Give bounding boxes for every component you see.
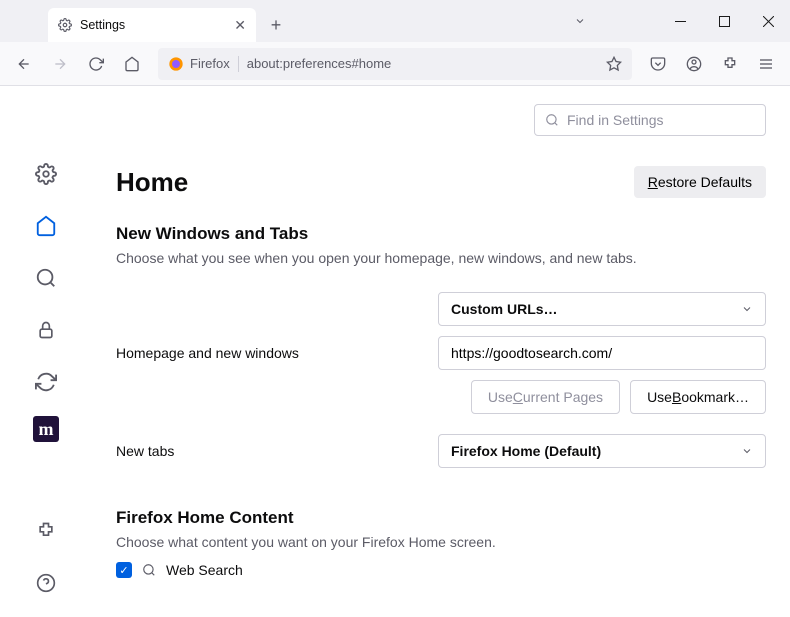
account-icon[interactable] (678, 48, 710, 80)
window-maximize-button[interactable] (702, 0, 746, 42)
select-value: Custom URLs… (451, 301, 558, 317)
find-placeholder: Find in Settings (567, 112, 664, 128)
reload-button[interactable] (80, 48, 112, 80)
tab-settings[interactable]: Settings ✕ (48, 8, 256, 42)
app-menu-icon[interactable] (750, 48, 782, 80)
web-search-checkbox[interactable]: ✓ (116, 562, 132, 578)
window-minimize-button[interactable] (658, 0, 702, 42)
tab-title: Settings (80, 18, 125, 32)
identity-label: Firefox (190, 56, 230, 71)
firefox-home-content-desc: Choose what content you want on your Fir… (116, 534, 766, 550)
newtabs-select[interactable]: Firefox Home (Default) (438, 434, 766, 468)
sidebar-home-icon[interactable] (28, 208, 64, 244)
use-bookmark-button[interactable]: Use Bookmark… (630, 380, 766, 414)
gear-icon (58, 18, 72, 32)
search-icon (545, 113, 559, 127)
sidebar-help-icon[interactable] (28, 565, 64, 601)
new-windows-tabs-desc: Choose what you see when you open your h… (116, 250, 766, 266)
homepage-label-text: Homepage and new windows (116, 345, 438, 361)
page-title: Home (116, 167, 188, 198)
new-windows-tabs-heading: New Windows and Tabs (116, 224, 766, 244)
firefox-home-content-heading: Firefox Home Content (116, 508, 766, 528)
homepage-url-input[interactable] (438, 336, 766, 370)
sidebar-general-icon[interactable] (28, 156, 64, 192)
find-in-settings-input[interactable]: Find in Settings (534, 104, 766, 136)
chevron-down-icon[interactable] (560, 0, 600, 42)
search-icon (142, 563, 156, 577)
firefox-logo-icon (168, 56, 184, 72)
restore-defaults-button[interactable]: Restore Defaults (634, 166, 766, 198)
newtabs-label: New tabs (116, 443, 438, 459)
sidebar-privacy-icon[interactable] (28, 312, 64, 348)
homepage-mode-select[interactable]: Custom URLs… (438, 292, 766, 326)
settings-sidebar: m (0, 86, 92, 617)
extensions-icon[interactable] (714, 48, 746, 80)
use-current-pages-button[interactable]: Use Current Pages (471, 380, 620, 414)
sidebar-mozilla-icon[interactable]: m (33, 416, 59, 442)
url-text: about:preferences#home (247, 56, 598, 71)
sidebar-sync-icon[interactable] (28, 364, 64, 400)
chevron-down-icon (741, 445, 753, 457)
sidebar-addons-icon[interactable] (28, 513, 64, 549)
home-button[interactable] (116, 48, 148, 80)
separator (238, 56, 239, 72)
window-close-button[interactable] (746, 0, 790, 42)
sidebar-search-icon[interactable] (28, 260, 64, 296)
back-button[interactable] (8, 48, 40, 80)
address-bar[interactable]: Firefox about:preferences#home (158, 48, 632, 80)
bookmark-star-icon[interactable] (606, 56, 622, 72)
select-value: Firefox Home (Default) (451, 443, 601, 459)
close-tab-icon[interactable]: ✕ (234, 17, 246, 34)
forward-button[interactable] (44, 48, 76, 80)
new-tab-button[interactable]: + (262, 11, 290, 39)
pocket-icon[interactable] (642, 48, 674, 80)
chevron-down-icon (741, 303, 753, 315)
web-search-label: Web Search (166, 562, 243, 578)
